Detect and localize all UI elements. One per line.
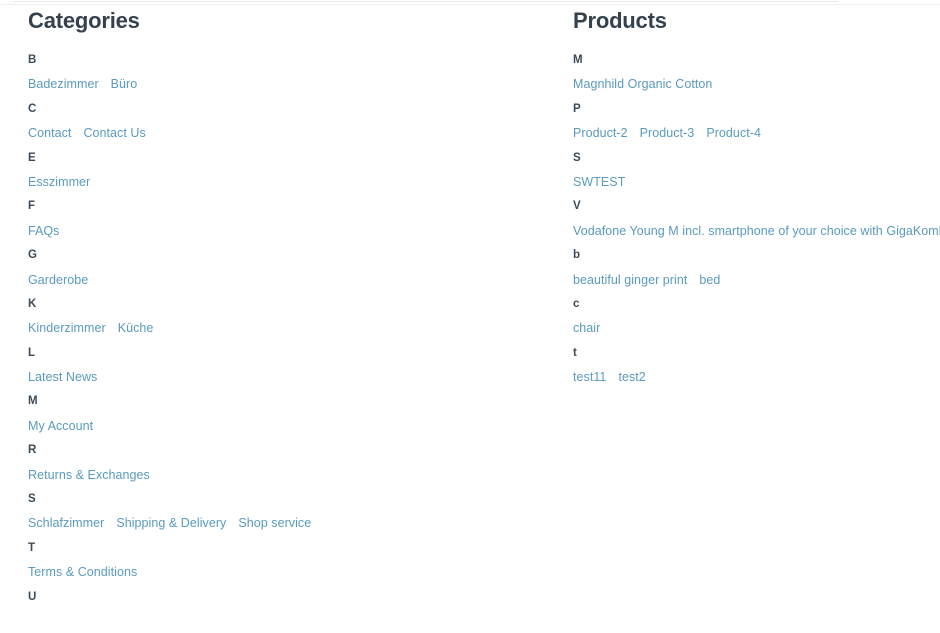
sitemap-link[interactable]: Shop service (238, 511, 311, 535)
sitemap-link[interactable]: Schlafzimmer (28, 511, 104, 535)
letter-group-items: Esszimmer (28, 170, 558, 194)
letter-group: F FAQs (28, 194, 558, 243)
letter-group: R Returns & Exchanges (28, 438, 558, 487)
letter-group-items: SWTEST (573, 170, 933, 194)
letter-group: b beautiful ginger print bed (573, 243, 933, 292)
sitemap-link[interactable]: Küche (118, 316, 154, 340)
sitemap-link[interactable]: FAQs (28, 219, 59, 243)
letter-heading: L (28, 346, 36, 359)
letter-group: E Esszimmer (28, 146, 558, 195)
sitemap-link[interactable]: Product-4 (706, 121, 761, 145)
letter-heading: S (28, 493, 36, 506)
letter-group: S Schlafzimmer Shipping & Delivery Shop ser… (28, 487, 558, 536)
letter-group-items: Vodafone Young M incl. smartphone of you… (573, 219, 940, 243)
sitemap-link[interactable]: Shipping & Delivery (116, 511, 226, 535)
sitemap-link[interactable]: Product-2 (573, 121, 628, 145)
letter-group-items (28, 609, 558, 633)
letter-group: M My Account (28, 389, 558, 438)
page-title-products: Products (573, 8, 667, 33)
letter-group-items: chair (573, 316, 933, 340)
sitemap-link[interactable]: SWTEST (573, 170, 625, 194)
sitemap-link[interactable]: bed (699, 268, 720, 292)
letter-group: V Vodafone Young M incl. smartphone of yo… (573, 194, 940, 243)
letter-group-items: Badezimmer Büro (28, 72, 558, 96)
sitemap-link[interactable]: Kinderzimmer (28, 316, 106, 340)
sitemap-link[interactable]: chair (573, 316, 600, 340)
letter-group: M Magnhild Organic Cotton (573, 48, 933, 97)
sitemap-link[interactable]: Garderobe (28, 268, 88, 292)
sitemap-column-products: Products M Magnhild Organic Cotton P Produc… (573, 0, 940, 390)
sitemap-link[interactable]: Büro (111, 72, 138, 96)
sitemap-link[interactable]: Badezimmer (28, 72, 99, 96)
sitemap-link[interactable]: Terms & Conditions (28, 560, 137, 584)
letter-group-items: Latest News (28, 365, 558, 389)
letter-heading: E (28, 151, 36, 164)
letter-group-items: Kinderzimmer Küche (28, 316, 558, 340)
letter-heading: B (28, 54, 37, 66)
sitemap-link[interactable]: Vodafone Young M incl. smartphone of you… (573, 219, 940, 243)
letter-group-items: test11 test2 (573, 365, 933, 389)
letter-group-items: beautiful ginger print bed (573, 268, 933, 292)
page-title-categories: Categories (28, 8, 140, 33)
letter-group: K Kinderzimmer Küche (28, 292, 558, 341)
letter-group-items: Terms & Conditions (28, 560, 558, 584)
letter-group-items: Garderobe (28, 268, 558, 292)
letter-heading: R (28, 444, 37, 457)
letter-heading: b (573, 249, 581, 262)
letter-group-list-products: M Magnhild Organic Cotton P Product-2 Produc… (573, 48, 940, 390)
sitemap-link[interactable]: test11 (573, 365, 606, 389)
sitemap-link[interactable]: Returns & Exchanges (28, 463, 150, 487)
letter-group: B Badezimmer Büro (28, 48, 558, 97)
letter-heading: T (28, 541, 36, 554)
letter-group: t test11 test2 (573, 341, 933, 390)
sitemap-container: Categories B Badezimmer Büro C Contact Contac… (0, 0, 940, 603)
letter-heading: M (573, 54, 583, 66)
letter-group: L Latest News (28, 341, 558, 390)
letter-group-items: Product-2 Product-3 Product-4 (573, 121, 933, 145)
letter-group-items: Schlafzimmer Shipping & Delivery Shop serv… (28, 511, 558, 535)
sitemap-link[interactable]: Product-3 (640, 121, 695, 145)
sitemap-link[interactable]: Esszimmer (28, 170, 90, 194)
sitemap-link[interactable]: Magnhild Organic Cotton (573, 72, 712, 96)
sitemap-link[interactable]: Latest News (28, 365, 97, 389)
letter-group-items: FAQs (28, 219, 558, 243)
letter-heading: G (28, 249, 38, 262)
letter-group-items: Magnhild Organic Cotton (573, 72, 933, 96)
letter-heading: K (28, 297, 37, 310)
letter-group-items: My Account (28, 414, 558, 438)
letter-heading: M (28, 395, 38, 408)
letter-heading: V (573, 200, 581, 213)
letter-heading: c (573, 297, 580, 310)
letter-heading: U (28, 590, 37, 603)
letter-heading: P (573, 102, 581, 115)
letter-group-items: Returns & Exchanges (28, 463, 558, 487)
sitemap-link[interactable]: beautiful ginger print (573, 268, 687, 292)
letter-group: S SWTEST (573, 146, 933, 195)
sitemap-column-categories: Categories B Badezimmer Büro C Contact Contac… (28, 0, 558, 633)
letter-heading: F (28, 200, 36, 213)
letter-heading: S (573, 151, 581, 164)
sitemap-link[interactable]: test2 (618, 365, 645, 389)
letter-group: C Contact Contact Us (28, 97, 558, 146)
letter-group: U (28, 585, 558, 633)
letter-heading: t (573, 346, 577, 359)
letter-group-items: Contact Contact Us (28, 121, 558, 145)
letter-group-list-categories: B Badezimmer Büro C Contact Contact Us E Esszim… (28, 48, 558, 633)
letter-group: c chair (573, 292, 933, 341)
letter-heading: C (28, 102, 37, 115)
letter-group: P Product-2 Product-3 Product-4 (573, 97, 933, 146)
letter-group: G Garderobe (28, 243, 558, 292)
sitemap-link[interactable]: Contact Us (83, 121, 145, 145)
sitemap-link[interactable]: Contact (28, 121, 71, 145)
sitemap-link[interactable]: My Account (28, 414, 93, 438)
letter-group: T Terms & Conditions (28, 536, 558, 585)
